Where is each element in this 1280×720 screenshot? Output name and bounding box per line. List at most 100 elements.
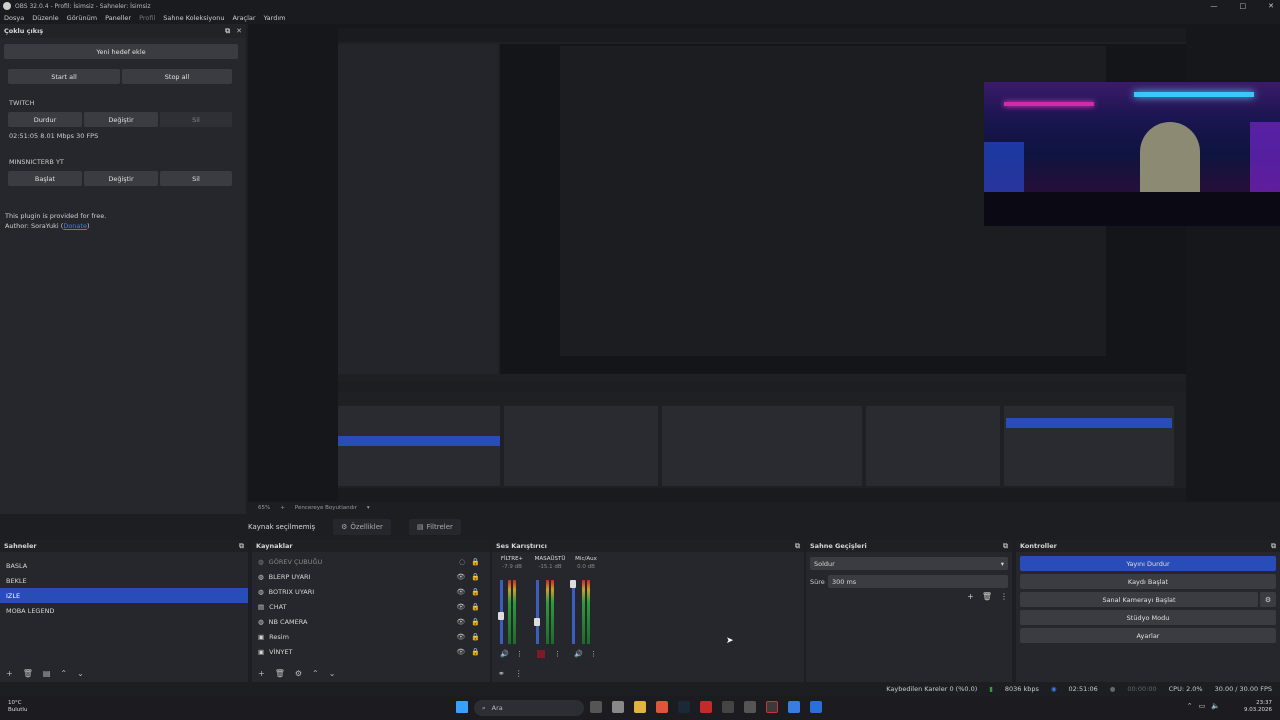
eye-icon[interactable]: 👁 xyxy=(456,573,465,581)
source-item[interactable]: ▣ Resim 👁 🔒 xyxy=(252,629,490,644)
source-item[interactable]: ▣ VİNYET 👁 🔒 xyxy=(252,644,490,659)
dock-menu-icon[interactable]: ⧉ xyxy=(1271,542,1276,551)
file-explorer-icon[interactable] xyxy=(634,701,646,713)
dock-menu-icon[interactable]: ⧉ xyxy=(1003,542,1008,551)
app-icon[interactable] xyxy=(788,701,800,713)
app-icon[interactable] xyxy=(744,701,756,713)
properties-button[interactable]: ⚙ Özellikler xyxy=(333,519,391,535)
weather-widget[interactable]: 10°C Bulutlu xyxy=(8,700,27,714)
stop-target-button[interactable]: Durdur xyxy=(8,112,82,127)
eye-icon[interactable]: 👁 xyxy=(456,588,465,596)
scene-item[interactable]: IZLE xyxy=(0,588,248,603)
lock-icon[interactable]: 🔒 xyxy=(471,558,480,566)
scene-item[interactable]: BASLA xyxy=(0,558,248,573)
add-target-button[interactable]: Yeni hedef ekle xyxy=(4,44,238,59)
add-icon[interactable]: + xyxy=(967,592,974,601)
duration-input[interactable]: 300 ms xyxy=(828,575,1008,588)
close-button[interactable]: ✕ xyxy=(1268,0,1274,12)
menu-view[interactable]: Görünüm xyxy=(67,14,97,22)
menu-scene-collection[interactable]: Sahne Koleksiyonu xyxy=(163,14,224,22)
network-icon[interactable]: ▭ xyxy=(1199,702,1206,710)
plus-icon[interactable]: + xyxy=(280,505,285,511)
volume-fader[interactable] xyxy=(536,580,539,644)
delete-target-button[interactable]: Sil xyxy=(160,112,232,127)
kebab-icon[interactable]: ⋮ xyxy=(515,669,523,678)
scene-item[interactable]: MOBA LEGEND xyxy=(0,603,248,618)
start-recording-button[interactable]: Kaydı Başlat xyxy=(1020,574,1276,589)
minimize-button[interactable]: — xyxy=(1211,0,1218,12)
add-icon[interactable]: + xyxy=(6,669,13,678)
menu-help[interactable]: Yardım xyxy=(264,14,286,22)
source-item[interactable]: ▤ CHAT 👁 🔒 xyxy=(252,599,490,614)
start-virtual-camera-button[interactable]: Sanal Kamerayı Başlat xyxy=(1020,592,1258,607)
transition-select[interactable]: Soldur ▾ xyxy=(810,557,1008,570)
task-view-icon[interactable] xyxy=(590,701,602,713)
float-icon[interactable]: ⧉ xyxy=(225,27,230,36)
zoom-level[interactable]: 65% xyxy=(258,505,270,511)
fader-knob[interactable] xyxy=(570,580,576,588)
fader-knob[interactable] xyxy=(498,612,504,620)
edit-target-button[interactable]: Değiştir xyxy=(84,112,158,127)
trash-icon[interactable]: 🗑 xyxy=(275,669,285,678)
settings-app-icon[interactable] xyxy=(612,701,624,713)
obs-taskbar-icon[interactable] xyxy=(766,701,778,713)
scene-item[interactable]: BEKLE xyxy=(0,573,248,588)
chrome-icon[interactable] xyxy=(656,701,668,713)
eye-icon[interactable]: 👁 xyxy=(456,633,465,641)
lock-icon[interactable]: 🔒 xyxy=(471,618,480,626)
kebab-icon[interactable]: ⋮ xyxy=(516,650,523,658)
kebab-icon[interactable]: ⋮ xyxy=(554,650,561,658)
move-down-icon[interactable]: ⌄ xyxy=(329,669,336,678)
delete-target-button[interactable]: Sil xyxy=(160,171,232,186)
opera-icon[interactable] xyxy=(700,701,712,713)
fader-knob[interactable] xyxy=(534,618,540,626)
start-target-button[interactable]: Başlat xyxy=(8,171,82,186)
stop-stream-button[interactable]: Yayını Durdur xyxy=(1020,556,1276,571)
lock-icon[interactable]: 🔒 xyxy=(471,648,480,656)
source-item[interactable]: ◍ BOTRIX UYARI 👁 🔒 xyxy=(252,584,490,599)
gear-icon[interactable]: ⚙ xyxy=(295,669,302,678)
lock-icon[interactable]: 🔒 xyxy=(471,633,480,641)
link-icon[interactable]: ⚭ xyxy=(498,669,505,678)
clock[interactable]: 23:37 9.03.2026 xyxy=(1244,700,1272,714)
app-icon[interactable] xyxy=(810,701,822,713)
muted-speaker-icon[interactable] xyxy=(537,650,545,658)
add-icon[interactable]: + xyxy=(258,669,265,678)
menu-profile[interactable]: Profil xyxy=(139,14,155,22)
dock-menu-icon[interactable]: ⧉ xyxy=(239,542,244,551)
filter-icon[interactable]: ▤ xyxy=(43,669,51,678)
stop-all-button[interactable]: Stop all xyxy=(122,69,232,84)
menu-file[interactable]: Dosya xyxy=(4,14,24,22)
settings-button[interactable]: Ayarlar xyxy=(1020,628,1276,643)
maximize-button[interactable]: □ xyxy=(1240,0,1247,12)
studio-mode-button[interactable]: Stüdyo Modu xyxy=(1020,610,1276,625)
program-preview[interactable] xyxy=(248,24,1280,502)
trash-icon[interactable]: 🗑 xyxy=(23,669,33,678)
chevron-up-icon[interactable]: ⌃ xyxy=(1187,702,1193,710)
source-item[interactable]: ◍ BLERP UYARI 👁 🔒 xyxy=(252,569,490,584)
speaker-icon[interactable]: 🔊 xyxy=(500,650,509,658)
kebab-icon[interactable]: ⋮ xyxy=(1000,592,1008,601)
eye-icon[interactable]: 👁 xyxy=(456,648,465,656)
filters-button[interactable]: ▤ Filtreler xyxy=(408,519,461,535)
volume-fader[interactable] xyxy=(572,580,575,644)
start-all-button[interactable]: Start all xyxy=(8,69,120,84)
chevron-down-icon[interactable]: ▾ xyxy=(367,505,370,511)
speaker-icon[interactable]: 🔊 xyxy=(574,650,583,658)
trash-icon[interactable]: 🗑 xyxy=(982,592,992,601)
close-icon[interactable]: ✕ xyxy=(236,27,242,36)
lock-icon[interactable]: 🔒 xyxy=(471,588,480,596)
lock-icon[interactable]: 🔒 xyxy=(471,573,480,581)
steam-icon[interactable] xyxy=(678,701,690,713)
move-up-icon[interactable]: ⌃ xyxy=(60,669,67,678)
move-down-icon[interactable]: ⌄ xyxy=(77,669,84,678)
menu-edit[interactable]: Düzenle xyxy=(32,14,58,22)
eye-icon[interactable]: 👁 xyxy=(456,618,465,626)
menu-tools[interactable]: Araçlar xyxy=(232,14,255,22)
app-icon[interactable] xyxy=(722,701,734,713)
search-box[interactable]: ⌕ Ara xyxy=(474,700,584,716)
resize-to-window[interactable]: Pencereye Boyutlandır xyxy=(295,505,357,511)
dock-menu-icon[interactable]: ⧉ xyxy=(795,542,800,551)
source-item[interactable]: ◍ GÖREV ÇUBUĞU ◌ 🔒 xyxy=(252,554,490,569)
edit-target-button[interactable]: Değiştir xyxy=(84,171,158,186)
